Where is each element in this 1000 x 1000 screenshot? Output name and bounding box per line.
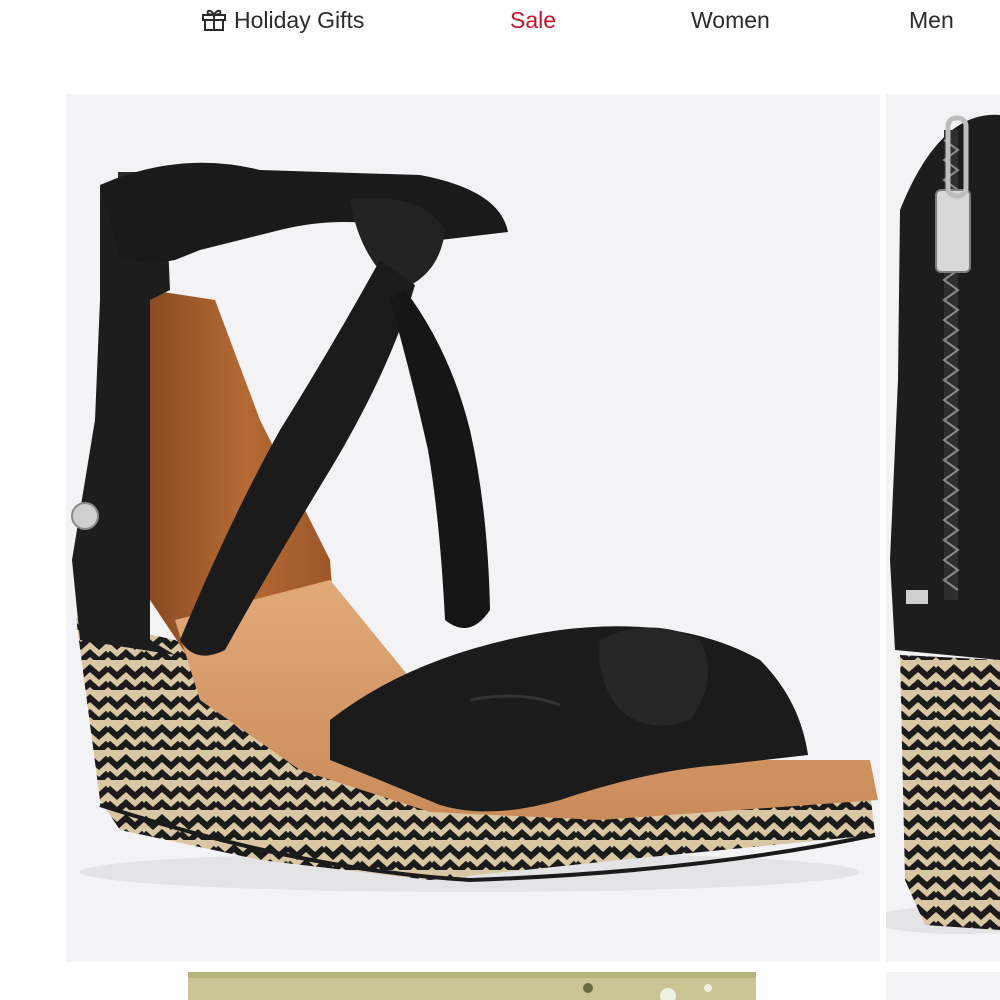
- sandal-illustration: [71, 162, 878, 892]
- top-nav: Holiday Gifts Sale Women Men: [0, 0, 1000, 44]
- nav-men[interactable]: Men: [909, 6, 954, 34]
- thumbnail-image: [188, 972, 756, 1000]
- product-image[interactable]: [66, 94, 880, 962]
- nav-holiday-gifts[interactable]: Holiday Gifts: [234, 6, 364, 34]
- nav-women[interactable]: Women: [691, 6, 770, 34]
- sandal-back-illustration: [886, 114, 1000, 934]
- product-thumbnail[interactable]: [188, 972, 756, 1000]
- product-image-next[interactable]: [886, 94, 1000, 962]
- product-thumbnail-next[interactable]: [886, 972, 1000, 1000]
- nav-sale[interactable]: Sale: [510, 6, 556, 34]
- gift-icon: [202, 9, 226, 31]
